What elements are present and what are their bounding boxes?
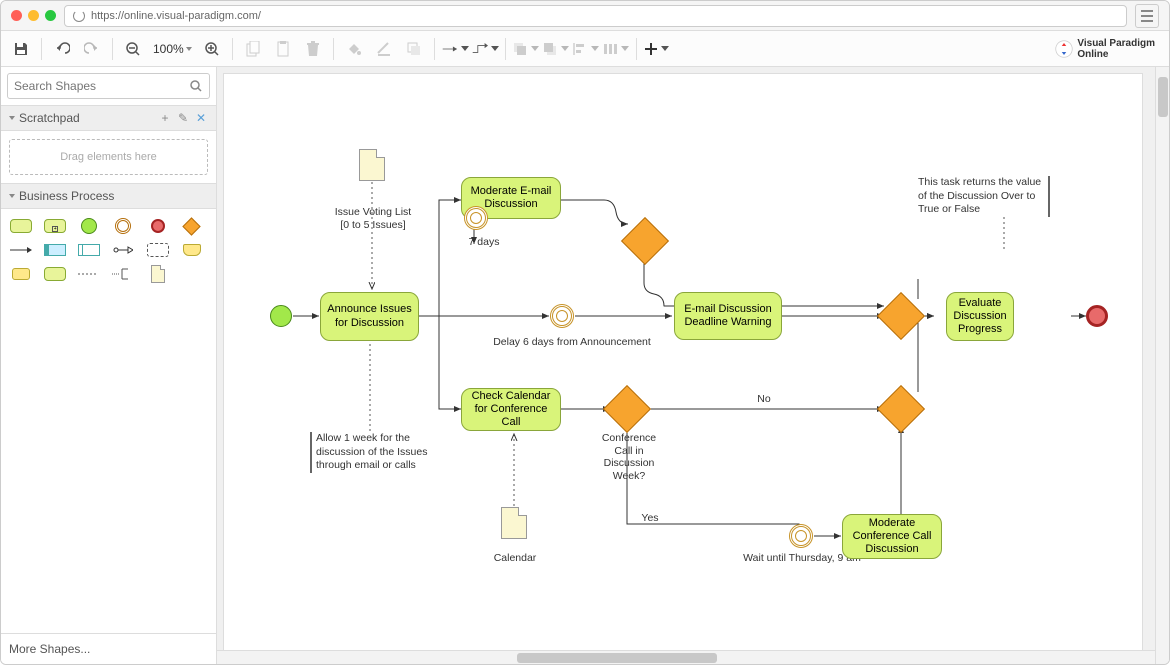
close-icon[interactable] — [11, 10, 22, 21]
chevron-down-icon — [9, 194, 15, 198]
gateway-merge[interactable] — [877, 292, 925, 340]
palette-group[interactable] — [146, 241, 170, 259]
palette-assoc[interactable] — [77, 265, 101, 283]
toback-button[interactable] — [542, 35, 570, 63]
label-no: No — [754, 393, 774, 406]
bp-header[interactable]: Business Process — [1, 183, 216, 209]
palette-seq[interactable] — [9, 241, 33, 259]
palette-annotation[interactable] — [111, 265, 135, 283]
label-calendar: Calendar — [490, 552, 540, 565]
address-bar[interactable]: https://online.visual-paradigm.com/ — [64, 5, 1127, 27]
label-delay6: Delay 6 days from Announcement — [482, 336, 662, 349]
tofront-button[interactable] — [512, 35, 540, 63]
url-text: https://online.visual-paradigm.com/ — [91, 10, 261, 22]
palette-dataobj[interactable] — [146, 265, 170, 283]
scratchpad-header[interactable]: Scratchpad + ✎ ✕ — [1, 105, 216, 131]
search-field[interactable] — [14, 79, 189, 93]
search-input[interactable] — [7, 73, 210, 99]
palette-lane[interactable] — [77, 241, 101, 259]
maximize-icon[interactable] — [45, 10, 56, 21]
paste-button[interactable] — [269, 35, 297, 63]
add-button[interactable] — [643, 35, 671, 63]
waypoint-button[interactable] — [471, 35, 499, 63]
palette-task[interactable] — [9, 217, 33, 235]
delete-button[interactable] — [299, 35, 327, 63]
gateway-conference[interactable] — [603, 385, 651, 433]
zoom-out-button[interactable] — [119, 35, 147, 63]
dataobj-calendar[interactable] — [501, 507, 527, 539]
palette-task2[interactable] — [43, 265, 67, 283]
shape-palette: + — [1, 209, 216, 291]
sidebar: Scratchpad + ✎ ✕ Drag elements here Busi… — [1, 67, 217, 664]
save-button[interactable] — [7, 35, 35, 63]
menu-icon[interactable] — [1135, 4, 1159, 28]
palette-gateway[interactable] — [180, 217, 204, 235]
start-event[interactable] — [270, 305, 292, 327]
shadow-button[interactable] — [400, 35, 428, 63]
undo-button[interactable] — [48, 35, 76, 63]
timer-7days[interactable] — [464, 206, 488, 230]
label-yes: Yes — [638, 512, 662, 525]
palette-data-2[interactable] — [9, 265, 33, 283]
task-email-warning[interactable]: E-mail Discussion Deadline Warning — [674, 292, 782, 340]
close-icon[interactable]: ✕ — [194, 111, 208, 125]
palette-data-store[interactable] — [180, 241, 204, 259]
edit-icon[interactable]: ✎ — [176, 111, 190, 125]
palette-start[interactable] — [77, 217, 101, 235]
palette-pool[interactable] — [43, 241, 67, 259]
toolbar: 100% Visual ParadigmOnline — [1, 31, 1169, 67]
chevron-down-icon — [9, 116, 15, 120]
palette-end[interactable] — [146, 217, 170, 235]
scratchpad-dropzone[interactable]: Drag elements here — [9, 139, 208, 175]
note-allow-week[interactable]: Allow 1 week for the discussion of the I… — [310, 432, 428, 473]
connector-button[interactable] — [441, 35, 469, 63]
copy-button[interactable] — [239, 35, 267, 63]
label-issue-list: Issue Voting List [0 to 5 Issues] — [329, 206, 417, 231]
palette-msg[interactable] — [111, 241, 135, 259]
horizontal-scrollbar[interactable] — [217, 650, 1155, 664]
task-moderate-call[interactable]: Moderate Conference Call Discussion — [842, 514, 942, 559]
plus-icon[interactable]: + — [158, 111, 172, 125]
gateway-merge2[interactable] — [877, 385, 925, 433]
task-announce[interactable]: Announce Issues for Discussion — [320, 292, 419, 341]
bp-title: Business Process — [19, 189, 208, 203]
canvas[interactable]: Announce Issues for Discussion Issue Vot… — [217, 67, 1169, 664]
more-shapes-button[interactable]: More Shapes... — [1, 633, 216, 664]
task-evaluate[interactable]: Evaluate Discussion Progress — [946, 292, 1014, 341]
distribute-button[interactable] — [602, 35, 630, 63]
dataobj-issue-list[interactable] — [359, 149, 385, 181]
search-icon — [189, 79, 203, 93]
titlebar: https://online.visual-paradigm.com/ — [1, 1, 1169, 31]
fill-button[interactable] — [340, 35, 368, 63]
gateway-top[interactable] — [621, 217, 669, 265]
align-button[interactable] — [572, 35, 600, 63]
app-logo: Visual ParadigmOnline — [1055, 38, 1163, 60]
zoom-level[interactable]: 100% — [149, 42, 196, 56]
vertical-scrollbar[interactable] — [1155, 67, 1169, 664]
minimize-icon[interactable] — [28, 10, 39, 21]
stroke-button[interactable] — [370, 35, 398, 63]
redo-button[interactable] — [78, 35, 106, 63]
timer-delay6[interactable] — [550, 304, 574, 328]
refresh-icon[interactable] — [73, 10, 85, 22]
diagram-page[interactable]: Announce Issues for Discussion Issue Vot… — [223, 73, 1143, 663]
label-7days: 7 days — [464, 236, 504, 249]
scratchpad-title: Scratchpad — [19, 111, 154, 125]
zoom-in-button[interactable] — [198, 35, 226, 63]
palette-task-plus[interactable]: + — [43, 217, 67, 235]
label-conference-q: Conference Call in Discussion Week? — [596, 432, 662, 482]
timer-thursday[interactable] — [789, 524, 813, 548]
note-return-value[interactable]: This task returns the value of the Discu… — [918, 176, 1050, 217]
task-check-calendar[interactable]: Check Calendar for Conference Call — [461, 388, 561, 431]
end-event[interactable] — [1086, 305, 1108, 327]
palette-intermediate[interactable] — [111, 217, 135, 235]
